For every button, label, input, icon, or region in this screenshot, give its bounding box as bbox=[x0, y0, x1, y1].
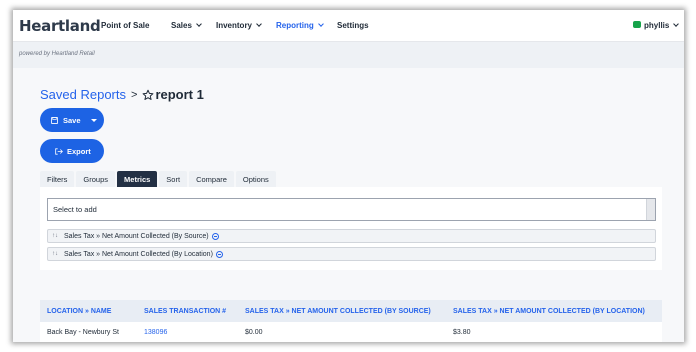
cell-tax-by-location: $3.80 bbox=[453, 329, 471, 336]
top-navigation: Heartland Point of Sale Sales Inventory … bbox=[13, 10, 684, 42]
select-scrollbar[interactable] bbox=[646, 199, 655, 220]
column-header-location-name[interactable]: LOCATION » NAME bbox=[40, 308, 137, 315]
breadcrumb-saved-reports[interactable]: Saved Reports bbox=[40, 87, 126, 102]
nav-reporting[interactable]: Reporting bbox=[276, 21, 324, 30]
cell-sales-transaction-link[interactable]: 138096 bbox=[137, 329, 238, 336]
app-window: Heartland Point of Sale Sales Inventory … bbox=[13, 10, 684, 342]
column-header-sales-transaction[interactable]: SALES TRANSACTION # bbox=[137, 308, 238, 315]
remove-metric-icon[interactable] bbox=[211, 232, 219, 240]
nav-settings[interactable]: Settings bbox=[337, 21, 369, 30]
export-icon bbox=[55, 147, 63, 155]
tab-groups[interactable]: Groups bbox=[76, 171, 116, 187]
save-button[interactable]: Save bbox=[40, 116, 86, 125]
column-header-tax-by-location[interactable]: SALES TAX » NET AMOUNT COLLECTED (BY LOC… bbox=[446, 308, 662, 315]
drag-sort-icon[interactable]: ↑↓ bbox=[52, 251, 58, 257]
selected-metric-item[interactable]: ↑↓ Sales Tax » Net Amount Collected (By … bbox=[47, 229, 656, 243]
chevron-down-icon bbox=[673, 21, 680, 27]
user-menu[interactable]: phyllis bbox=[633, 21, 680, 30]
metric-label: Sales Tax » Net Amount Collected (By Loc… bbox=[64, 250, 213, 258]
nav-inventory[interactable]: Inventory bbox=[216, 21, 262, 30]
chevron-down-icon bbox=[196, 21, 202, 27]
save-disk-icon bbox=[51, 116, 58, 124]
page-title: report 1 bbox=[155, 87, 204, 102]
metric-select-input[interactable]: Select to add bbox=[47, 198, 656, 221]
report-tabs: Filters Groups Metrics Sort Compare Opti… bbox=[40, 171, 278, 187]
nav-point-of-sale[interactable]: Point of Sale bbox=[101, 21, 149, 30]
metric-label: Sales Tax » Net Amount Collected (By Sou… bbox=[64, 232, 209, 240]
tab-options[interactable]: Options bbox=[235, 171, 276, 187]
save-button-label: Save bbox=[63, 115, 81, 125]
table-row: Back Bay - Newbury St 138096 $0.00 $3.80 bbox=[40, 322, 662, 342]
export-button-label: Export bbox=[67, 146, 91, 156]
remove-metric-icon[interactable] bbox=[215, 250, 223, 258]
chevron-down-icon bbox=[256, 21, 262, 27]
tab-metrics[interactable]: Metrics bbox=[117, 171, 158, 187]
tab-filters[interactable]: Filters bbox=[40, 171, 75, 187]
breadcrumb: Saved Reports > report 1 bbox=[40, 87, 204, 102]
drag-sort-icon[interactable]: ↑↓ bbox=[52, 233, 58, 239]
report-table: LOCATION » NAME SALES TRANSACTION # SALE… bbox=[40, 300, 662, 342]
powered-by-text: powered by Heartland Retail bbox=[19, 51, 95, 57]
export-button[interactable]: Export bbox=[40, 139, 104, 163]
cell-tax-by-source: $0.00 bbox=[245, 329, 263, 336]
save-dropdown-caret-icon[interactable] bbox=[91, 118, 97, 122]
select-placeholder: Select to add bbox=[53, 205, 97, 214]
chevron-down-icon bbox=[317, 21, 324, 27]
user-badge-icon bbox=[633, 21, 641, 29]
table-header-row: LOCATION » NAME SALES TRANSACTION # SALE… bbox=[40, 300, 662, 322]
save-button-group: Save bbox=[40, 108, 104, 132]
cell-location-name: Back Bay - Newbury St bbox=[47, 329, 119, 336]
powered-by-bar: powered by Heartland Retail bbox=[13, 42, 684, 68]
heartland-logo[interactable]: Heartland bbox=[19, 17, 101, 35]
selected-metric-item[interactable]: ↑↓ Sales Tax » Net Amount Collected (By … bbox=[47, 247, 656, 261]
nav-sales[interactable]: Sales bbox=[171, 21, 202, 30]
breadcrumb-separator: > bbox=[131, 88, 138, 101]
report-content: Saved Reports > report 1 Save Export Fil… bbox=[13, 68, 684, 342]
column-header-tax-by-source[interactable]: SALES TAX » NET AMOUNT COLLECTED (BY SOU… bbox=[238, 308, 446, 315]
user-name: phyllis bbox=[644, 21, 670, 30]
tab-sort[interactable]: Sort bbox=[159, 171, 188, 187]
metrics-panel: Select to add ↑↓ Sales Tax » Net Amount … bbox=[40, 187, 662, 270]
tab-compare[interactable]: Compare bbox=[189, 171, 234, 187]
star-icon[interactable] bbox=[142, 89, 154, 101]
